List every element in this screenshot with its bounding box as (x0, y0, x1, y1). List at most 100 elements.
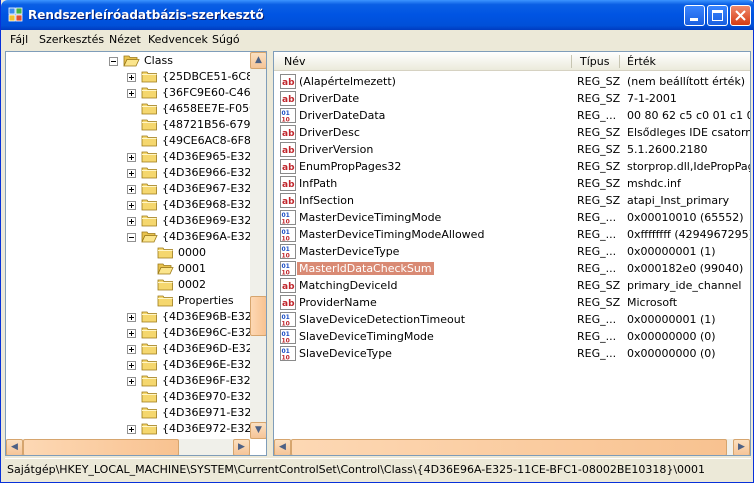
tree-item[interactable]: {4D36E966-E325- (6, 165, 250, 181)
tree-item[interactable]: 0001 (6, 261, 250, 277)
expand-icon[interactable] (127, 313, 136, 322)
expand-icon[interactable] (127, 185, 136, 194)
expand-icon[interactable] (127, 361, 136, 370)
tree-item[interactable]: {4D36E968-E325- (6, 197, 250, 213)
value-data: 0x000182e0 (99040) (627, 262, 744, 275)
tree-item-label: {4D36E96F-E325- (162, 374, 250, 387)
close-button[interactable] (730, 5, 751, 26)
menu-help[interactable]: Súgó (212, 33, 240, 46)
expand-icon[interactable] (127, 153, 136, 162)
tree-vertical-scrollbar[interactable]: ▲ ▼ (250, 52, 266, 439)
collapse-icon[interactable] (127, 233, 136, 242)
close-icon (735, 10, 746, 21)
maximize-button[interactable] (707, 5, 728, 26)
tree-horizontal-scroll-thumb[interactable] (23, 439, 179, 455)
tree-item[interactable]: {4D36E965-E325- (6, 149, 250, 165)
tree-item[interactable]: {4D36E970-E325- (6, 389, 250, 405)
tree-vertical-scroll-thumb[interactable] (250, 296, 266, 336)
expand-icon[interactable] (127, 73, 136, 82)
menu-favorites[interactable]: Kedvencek (148, 33, 208, 46)
list-item[interactable]: ab ProviderName REG_SZ Microsoft (274, 294, 750, 311)
tree-item-label: {49CE6AC8-6F86- (162, 134, 250, 147)
tree-item[interactable]: {4D36E96E-E325- (6, 357, 250, 373)
list-item[interactable]: ab EnumPropPages32 REG_SZ storprop.dll,IdeP… (274, 158, 750, 175)
collapse-icon[interactable] (109, 57, 118, 66)
tree-item[interactable]: {4D36E967-E325- (6, 181, 250, 197)
column-header-type[interactable]: Típus (580, 55, 609, 68)
scroll-left-button[interactable]: ◀ (6, 439, 23, 455)
list-item[interactable]: 01 10 SlaveDeviceTimingMode REG_... 0x000000… (274, 328, 750, 345)
value-type: REG_SZ (577, 75, 621, 88)
value-name: MatchingDeviceId (299, 279, 398, 292)
list-horizontal-scrollbar[interactable]: ◀ ▶ (274, 439, 750, 455)
list-item[interactable]: 01 10 MasterDeviceTimingMode REG_... 0x00010… (274, 209, 750, 226)
list-item-selected[interactable]: 01 10 MasterIdDataCheckSum REG_... 0x000182e… (274, 260, 750, 277)
list-item[interactable]: 01 10 MasterDeviceType REG_... 0x00000001 (1… (274, 243, 750, 260)
scroll-right-button[interactable]: ▶ (233, 439, 250, 455)
scroll-left-button[interactable]: ◀ (274, 439, 291, 455)
tree-horizontal-scrollbar[interactable]: ◀ ▶ (6, 439, 250, 455)
list-item[interactable]: ab MatchingDeviceId REG_SZ primary_ide_chan… (274, 277, 750, 294)
column-divider[interactable] (571, 55, 572, 68)
menu-view[interactable]: Nézet (109, 33, 141, 46)
tree-item[interactable]: {4D36E96F-E325- (6, 373, 250, 389)
value-name: InfPath (299, 177, 338, 190)
tree-item[interactable]: {4D36E96C-E325- (6, 325, 250, 341)
column-header-data[interactable]: Érték (627, 55, 656, 68)
expand-icon[interactable] (127, 217, 136, 226)
column-divider[interactable] (619, 55, 620, 68)
folder-icon (157, 295, 173, 307)
string-value-icon: ab (280, 125, 296, 140)
scroll-up-button[interactable]: ▲ (250, 52, 266, 69)
tree-item[interactable]: {25DBCE51-6C8F- (6, 69, 250, 85)
list-item[interactable]: ab InfSection REG_SZ atapi_Inst_primary (274, 192, 750, 209)
column-header-name[interactable]: Név (284, 55, 306, 68)
values-list-pane[interactable]: Név Típus Érték ab (Alapértelmezett) REG_S… (273, 51, 751, 456)
list-item[interactable]: 01 10 SlaveDeviceDetectionTimeout REG_... 0x… (274, 311, 750, 328)
tree-item[interactable]: {4D36E972-E325- (6, 421, 250, 437)
expand-icon[interactable] (127, 377, 136, 386)
scroll-down-button[interactable]: ▼ (250, 422, 266, 439)
expand-icon[interactable] (127, 89, 136, 98)
expand-icon[interactable] (127, 425, 136, 434)
tree-item[interactable]: {48721B56-6795- (6, 117, 250, 133)
tree-item-label: {4D36E965-E325- (162, 150, 250, 163)
title-bar[interactable]: Rendszerleíróadatbázis-szerkesztő (1, 0, 754, 30)
tree-item[interactable]: 0002 (6, 277, 250, 293)
tree-item[interactable]: {4D36E96B-E325- (6, 309, 250, 325)
list-item[interactable]: ab DriverVersion REG_SZ 5.1.2600.2180 (274, 141, 750, 158)
tree-item[interactable]: Properties (6, 293, 250, 309)
folder-icon (141, 391, 157, 403)
minimize-button[interactable] (684, 5, 705, 26)
tree-item[interactable]: {36FC9E60-C465- (6, 85, 250, 101)
menu-file[interactable]: Fájl (10, 33, 28, 46)
list-item[interactable]: ab DriverDesc REG_SZ Elsődleges IDE csatorn… (274, 124, 750, 141)
expand-icon[interactable] (127, 345, 136, 354)
string-value-icon: ab (280, 295, 296, 310)
list-item[interactable]: ab DriverDate REG_SZ 7-1-2001 (274, 90, 750, 107)
expand-icon[interactable] (127, 169, 136, 178)
tree-item[interactable]: Class (6, 53, 250, 69)
menu-edit[interactable]: Szerkesztés (39, 33, 104, 46)
list-item[interactable]: 01 10 MasterDeviceTimingModeAllowed REG_...… (274, 226, 750, 243)
list-header: Név Típus Érték (274, 52, 750, 71)
tree-item[interactable]: {4D36E96D-E325- (6, 341, 250, 357)
tree-item[interactable]: {49CE6AC8-6F86- (6, 133, 250, 149)
list-item[interactable]: ab InfPath REG_SZ mshdc.inf (274, 175, 750, 192)
list-item[interactable]: 01 10 DriverDateData REG_... 00 80 62 c5 c0 … (274, 107, 750, 124)
expand-icon[interactable] (127, 201, 136, 210)
expand-icon[interactable] (127, 329, 136, 338)
tree-item[interactable]: {4658EE7E-F050- (6, 101, 250, 117)
key-tree-pane[interactable]: Class {25DBCE51-6C8F- {36FC9E60-C465- {4658… (5, 51, 267, 456)
value-name: SlaveDeviceTimingMode (299, 330, 434, 343)
list-item[interactable]: ab (Alapértelmezett) REG_SZ (nem beállított… (274, 73, 750, 90)
list-item[interactable]: 01 10 SlaveDeviceType REG_... 0x00000000 (0) (274, 345, 750, 362)
minimize-icon (690, 18, 698, 21)
value-type: REG_SZ (577, 160, 621, 173)
tree-item[interactable]: {4D36E96A-E325- (6, 229, 250, 245)
tree-item[interactable]: 0000 (6, 245, 250, 261)
tree-item[interactable]: {4D36E971-E325- (6, 405, 250, 421)
list-horizontal-scroll-thumb[interactable] (291, 439, 727, 455)
tree-item[interactable]: {4D36E969-E325- (6, 213, 250, 229)
scroll-right-button[interactable]: ▶ (733, 439, 750, 455)
